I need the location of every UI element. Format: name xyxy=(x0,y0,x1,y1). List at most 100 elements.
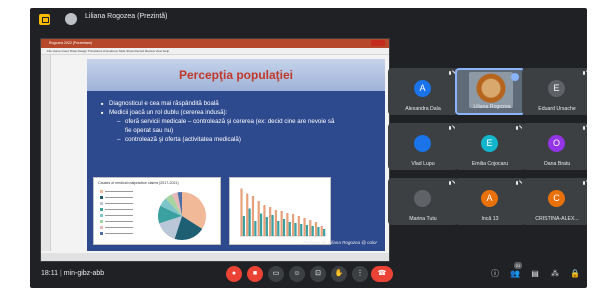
bar xyxy=(305,225,309,236)
mic-off-icon xyxy=(581,126,587,132)
ppt-ribbon: File Home Insert Draw Design Transitions… xyxy=(41,48,389,55)
participant-name: Încă 13 xyxy=(481,216,499,222)
present-button[interactable]: ⊡ xyxy=(310,266,326,282)
participant-tile[interactable]: O Oana Bratu xyxy=(522,123,587,170)
avatar xyxy=(414,190,431,207)
participant-name: Alexandra Dala xyxy=(405,106,441,112)
bar xyxy=(265,217,268,236)
end-call-icon: ☎ xyxy=(377,270,387,277)
ppt-status-bar xyxy=(41,253,389,261)
participant-tile[interactable]: E Emilia Cojocaru xyxy=(455,123,525,170)
meeting-info: 18:11 | min-gibz-abb xyxy=(41,270,105,277)
shared-screen[interactable]: Rogozea 2022 (Prezentare) File Home Inse… xyxy=(40,38,390,262)
participant-tile[interactable]: A Alexandra Dala xyxy=(388,68,458,115)
bar xyxy=(309,220,312,236)
bar xyxy=(297,216,300,236)
bar xyxy=(294,223,297,236)
participant-tile[interactable]: Marina Tutu xyxy=(388,178,458,225)
legend-label xyxy=(105,203,133,204)
legend-swatch xyxy=(100,214,103,217)
ppt-title-bar: Rogozea 2022 (Prezentare) xyxy=(41,39,389,48)
window-controls xyxy=(371,40,385,46)
legend-label xyxy=(105,215,133,216)
captions-icon: ▭ xyxy=(272,270,280,277)
pie-chart-panel: Causes of medical malpractice claims (20… xyxy=(93,177,221,245)
mic-off-icon xyxy=(447,126,453,132)
bar xyxy=(254,221,257,236)
more-options-button[interactable]: ⋮ xyxy=(352,266,368,282)
participant-tile[interactable]: Vlad Lupu xyxy=(388,123,458,170)
sub-bullet-item: controlează şi oferta (activitatea medic… xyxy=(101,135,371,144)
participant-tile[interactable]: Liliana Rogozea xyxy=(455,68,525,115)
legend-label xyxy=(105,209,133,210)
bar xyxy=(263,205,266,236)
legend-swatch xyxy=(100,190,103,193)
participant-tile[interactable]: E Eduard Ursache xyxy=(522,68,587,115)
bar xyxy=(274,210,278,236)
bar xyxy=(280,211,283,236)
hand-icon: ✋ xyxy=(334,270,344,277)
present-screen-icon: ⊡ xyxy=(315,270,321,277)
mic-button[interactable]: ● xyxy=(226,266,242,282)
pie-chart-title: Causes of medical malpractice claims (20… xyxy=(98,181,179,185)
slide-footer: Profesor dr. Liliana Rogozea @ color xyxy=(303,240,377,245)
people-icon[interactable]: 👥 xyxy=(509,268,521,280)
bar xyxy=(259,213,263,236)
captions-button[interactable]: ▭ xyxy=(268,266,284,282)
ppt-thumbnail-pane xyxy=(41,55,51,251)
bar xyxy=(277,221,280,236)
participant-name: Emilia Cojocaru xyxy=(471,161,509,167)
speaking-indicator-icon xyxy=(511,73,519,81)
clock: 18:11 xyxy=(41,270,58,277)
bar xyxy=(323,229,326,236)
bar xyxy=(269,207,272,236)
leave-call-button[interactable]: ☎ xyxy=(371,266,393,282)
participant-tile[interactable]: C CRISTINA-ALEX... xyxy=(522,178,587,225)
legend-swatch xyxy=(100,226,103,229)
bar xyxy=(292,214,295,236)
chat-icon[interactable]: ▤ xyxy=(529,268,541,280)
participant-name: Vlad Lupu xyxy=(411,161,435,167)
presenting-label: Liliana Rogozea (Prezintă) xyxy=(85,13,168,20)
ppt-window-title: Rogozea 2022 (Prezentare) xyxy=(49,41,93,45)
legend-swatch xyxy=(100,202,103,205)
avatar: A xyxy=(414,80,431,97)
participant-video xyxy=(469,72,513,108)
participant-name: Eduard Ursache xyxy=(538,106,576,112)
legend-label xyxy=(105,197,133,198)
legend-swatch xyxy=(100,196,103,199)
top-bar: Liliana Rogozea (Prezintă) xyxy=(30,8,587,30)
bar xyxy=(271,215,274,236)
bar xyxy=(320,226,323,236)
activities-icon[interactable]: ⁂ xyxy=(549,268,561,280)
bar xyxy=(286,213,289,236)
info-icon[interactable]: ⓘ xyxy=(489,268,501,280)
bar xyxy=(240,188,243,236)
bar-chart xyxy=(240,188,326,237)
slide: Percepţia populaţiei Diagnosticul e cea … xyxy=(87,59,385,251)
camera-button[interactable]: ■ xyxy=(247,266,263,282)
bullet-item: Medicii joacă un rol dublu (cererea indu… xyxy=(101,108,371,117)
mic-off-icon xyxy=(514,126,520,132)
bar xyxy=(317,227,320,236)
legend-label xyxy=(105,227,133,228)
pie-chart xyxy=(100,190,206,240)
bar xyxy=(314,222,318,236)
legend-label xyxy=(105,221,133,222)
avatar: A xyxy=(481,190,498,207)
meet-window: Liliana Rogozea (Prezintă) Rogozea 2022 … xyxy=(30,8,587,288)
presenting-icon[interactable] xyxy=(39,14,50,25)
participant-name: Oana Bratu xyxy=(543,161,571,167)
raise-hand-button[interactable]: ✋ xyxy=(331,266,347,282)
camera-off-icon: ■ xyxy=(252,270,258,277)
participant-name: Liliana Rogozea xyxy=(473,104,511,110)
bar xyxy=(242,216,245,236)
emoji-button[interactable]: ☺ xyxy=(289,266,305,282)
more-vert-icon: ⋮ xyxy=(356,270,364,277)
participant-name: Marina Tutu xyxy=(409,216,437,222)
bar xyxy=(282,219,286,236)
meeting-code: min-gibz-abb xyxy=(63,270,105,277)
host-controls-icon[interactable]: 🔒 xyxy=(569,268,581,280)
avatar xyxy=(414,135,431,152)
participant-tile[interactable]: A Încă 13 xyxy=(455,178,525,225)
